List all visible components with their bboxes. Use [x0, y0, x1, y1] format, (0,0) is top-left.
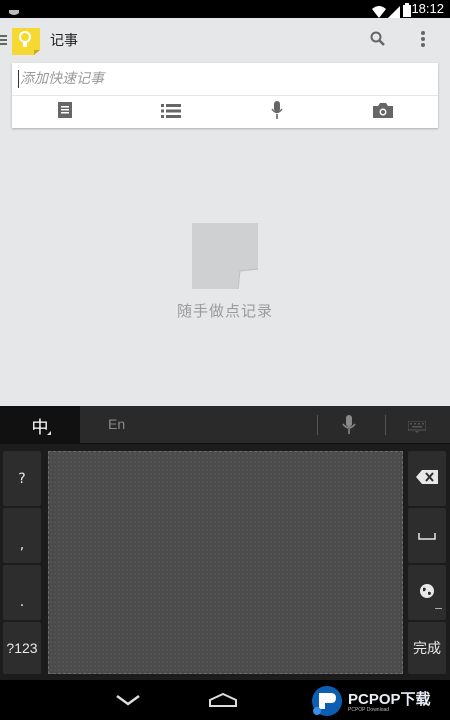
watermark-subtext: PCPOP Download	[348, 707, 390, 713]
done-label: 完成	[413, 641, 441, 657]
period-label: .	[19, 594, 25, 610]
note-page-icon	[192, 223, 259, 293]
symbols-label: ?123	[6, 640, 38, 656]
space-key[interactable]	[408, 508, 446, 563]
chinese-mode-key[interactable]: 中	[0, 406, 80, 444]
space-icon	[418, 528, 436, 544]
empty-state-text: 随手做点记录	[176, 302, 273, 320]
quick-note-input[interactable]	[12, 63, 438, 95]
watermark: PCPOP下载 PCPOP Download	[308, 684, 448, 718]
text-cursor	[18, 70, 19, 88]
voice-input-icon[interactable]	[342, 415, 356, 439]
keyboard-top-bar: 中 En	[0, 406, 450, 444]
watermark-logo-icon	[310, 685, 344, 720]
chinese-mode-label: 中	[31, 417, 49, 438]
watermark-text: PCPOP下载	[348, 691, 431, 708]
action-bar: 记事	[0, 18, 450, 62]
overflow-menu-icon[interactable]	[420, 30, 426, 52]
home-icon[interactable]	[208, 692, 238, 711]
mode-corner-indicator	[47, 431, 51, 435]
list-icon	[161, 103, 181, 122]
english-mode-key[interactable]: En	[108, 416, 125, 432]
back-icon[interactable]	[116, 691, 140, 710]
status-time: 18:12	[411, 1, 444, 16]
backspace-key[interactable]	[408, 451, 446, 506]
status-bar: 18:12	[0, 0, 450, 18]
done-key[interactable]: 完成	[408, 622, 446, 674]
voice-note-button[interactable]	[224, 96, 330, 128]
camera-icon	[373, 102, 393, 122]
symbols-key[interactable]: ?123	[3, 622, 41, 674]
language-switch-dash	[435, 608, 442, 609]
handwriting-keyboard: 中 En ? , . ?123 完成	[0, 406, 450, 680]
new-text-note-button[interactable]	[12, 96, 118, 128]
backspace-icon	[416, 469, 438, 488]
period-key[interactable]: .	[3, 565, 41, 620]
text-note-icon	[58, 102, 72, 122]
new-list-button[interactable]	[118, 96, 224, 128]
navigation-bar: PCPOP下载 PCPOP Download	[0, 680, 450, 720]
comma-label: ,	[19, 537, 25, 553]
quick-note-card	[12, 63, 438, 128]
top-bar-divider	[317, 415, 318, 435]
top-bar-divider	[385, 415, 386, 435]
globe-icon	[419, 583, 435, 603]
photo-note-button[interactable]	[330, 96, 436, 128]
search-icon[interactable]	[370, 31, 386, 51]
menu-icon[interactable]	[0, 32, 8, 51]
note-tool-row	[12, 96, 438, 128]
handwriting-pad[interactable]	[48, 451, 403, 674]
microphone-icon	[271, 101, 283, 123]
question-mark-key[interactable]: ?	[3, 451, 41, 506]
app-logo-icon[interactable]	[10, 26, 42, 56]
language-switch-key[interactable]	[408, 565, 446, 620]
comma-key[interactable]: ,	[3, 508, 41, 563]
keep-app: 记事 添加快速记事 随手做点记录	[0, 18, 450, 406]
question-mark-label: ?	[18, 470, 26, 487]
app-title: 记事	[50, 33, 78, 49]
keyboard-hide-icon[interactable]	[407, 418, 427, 437]
